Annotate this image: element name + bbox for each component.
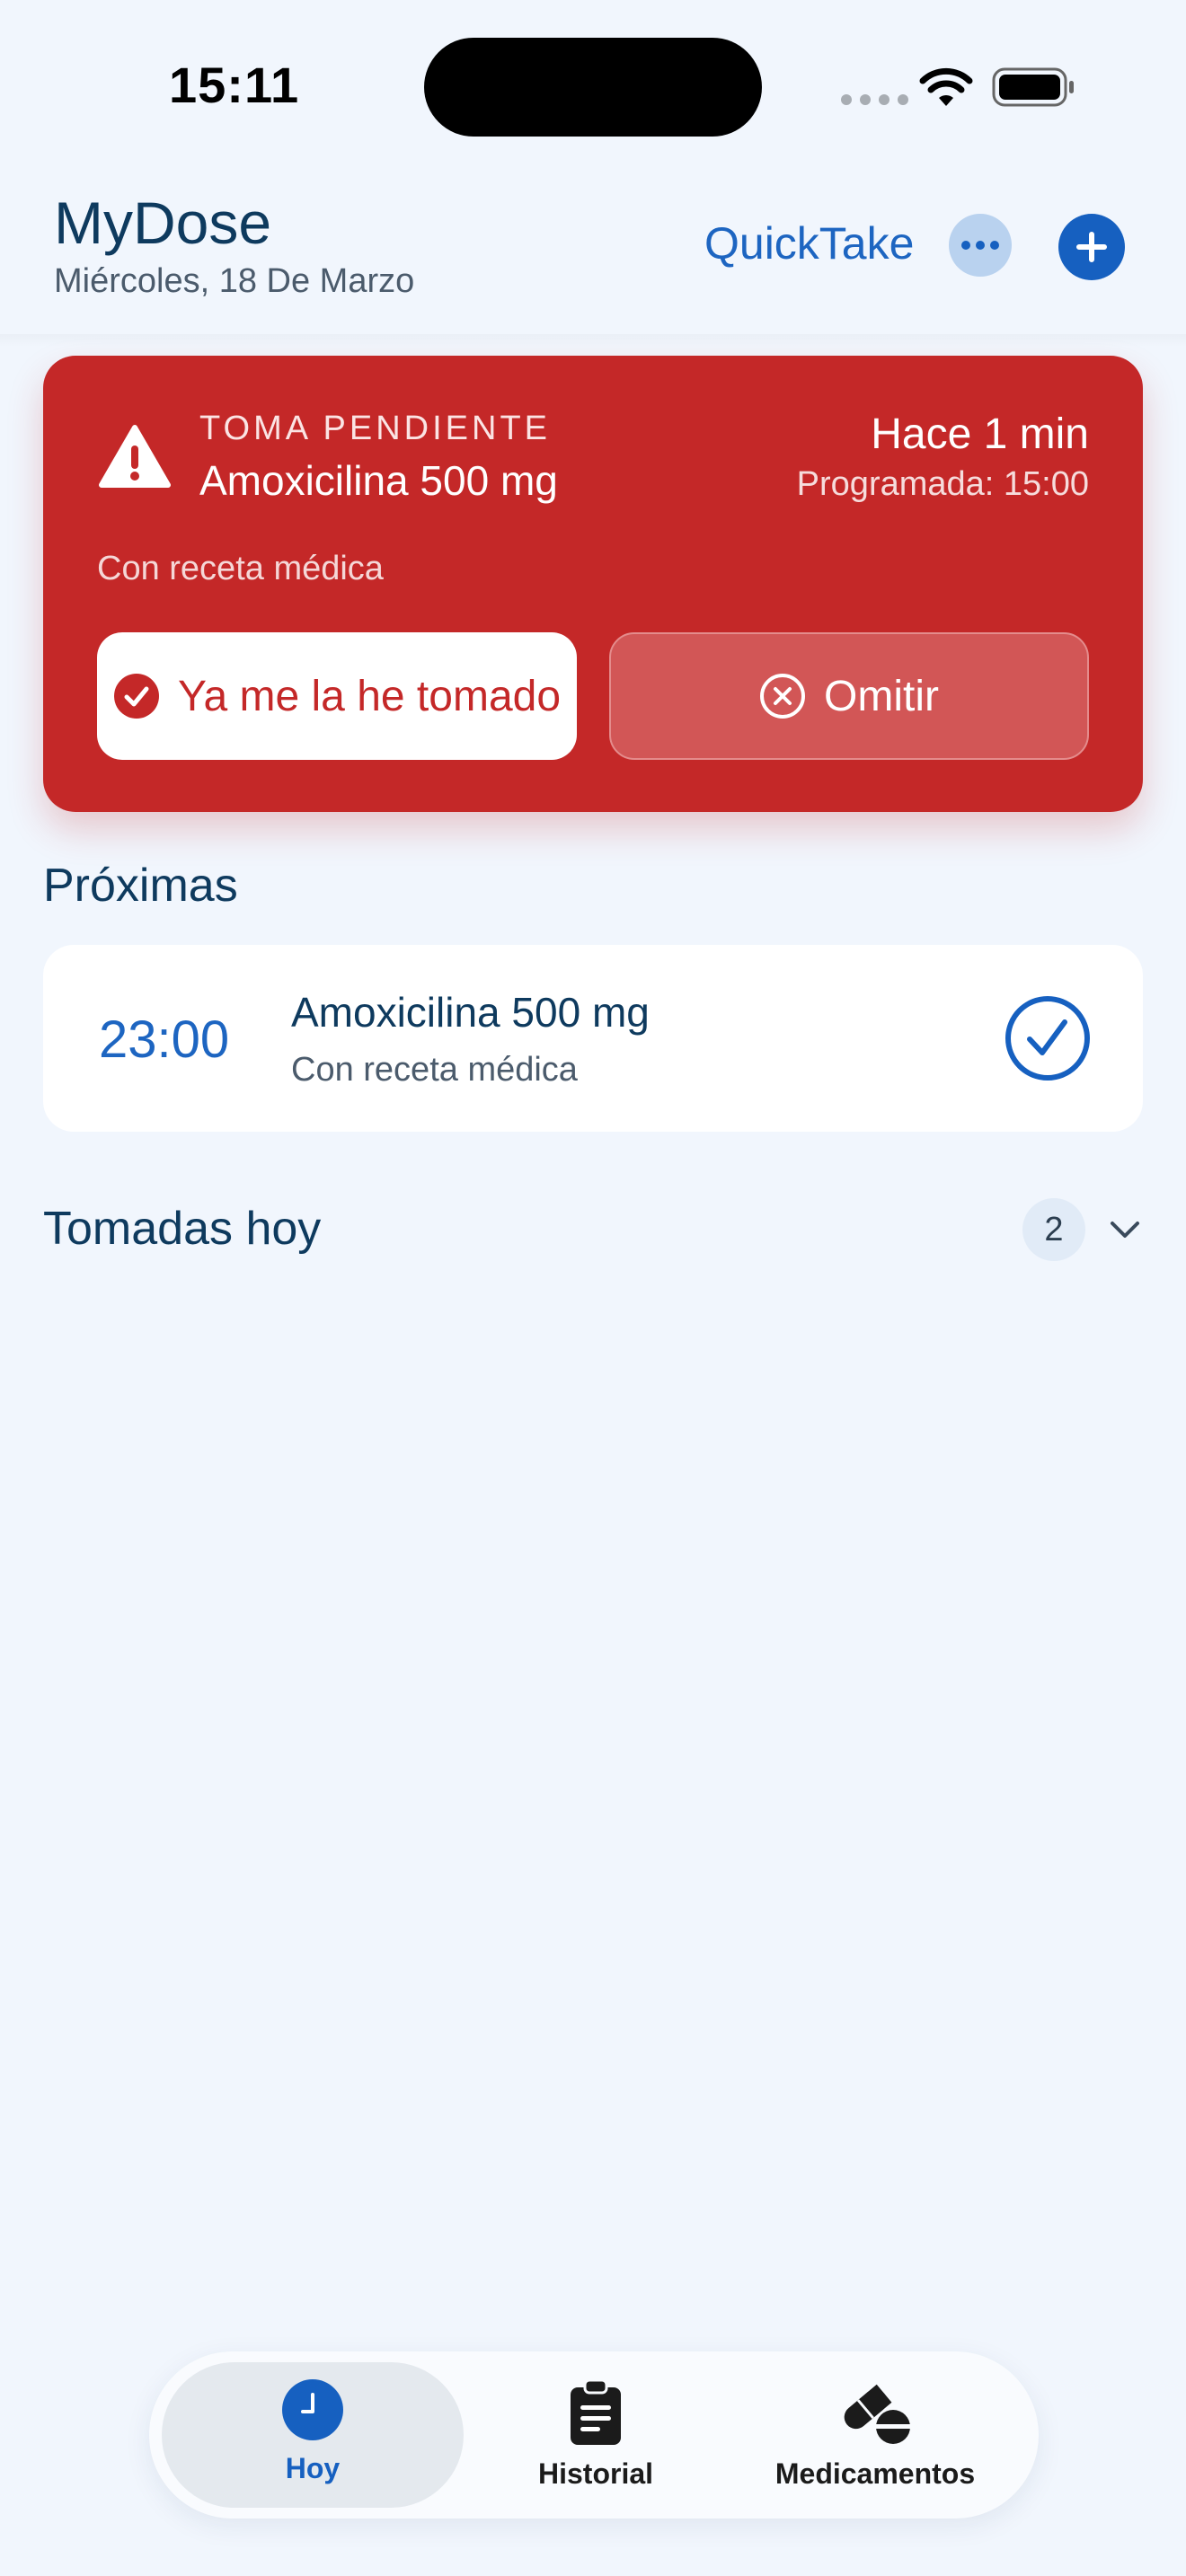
skip-dose-button[interactable]: Omitir: [609, 632, 1089, 760]
battery-icon: [992, 67, 1074, 107]
mark-taken-label: Ya me la he tomado: [178, 672, 562, 720]
add-medication-button[interactable]: [1058, 214, 1125, 280]
check-circle-outline-icon[interactable]: [1005, 995, 1091, 1081]
upcoming-prescription-note: Con receta médica: [291, 1051, 578, 1089]
pending-prescription-note: Con receta médica: [97, 550, 384, 587]
chevron-down-icon[interactable]: [1107, 1216, 1143, 1243]
tab-historial[interactable]: Historial: [516, 2378, 676, 2491]
clock-icon: [282, 2379, 343, 2440]
pending-elapsed-time: Hace 1 min: [871, 410, 1089, 458]
more-options-button[interactable]: [949, 214, 1012, 277]
page-title: MyDose: [54, 190, 272, 256]
plus-icon: [1076, 232, 1107, 262]
tab-label: Historial: [537, 2457, 654, 2490]
pending-medication-name: Amoxicilina 500 mg: [199, 457, 558, 504]
cellular-signal-icon: [841, 94, 908, 105]
pills-icon: [844, 2384, 911, 2444]
clipboard-icon: [571, 2378, 621, 2445]
taken-today-title[interactable]: Tomadas hoy: [43, 1202, 321, 1256]
mark-taken-button[interactable]: Ya me la he tomado: [97, 632, 577, 760]
status-time: 15:11: [169, 57, 300, 113]
upcoming-section-title: Próximas: [43, 860, 238, 912]
tab-label: Medicamentos: [774, 2457, 976, 2490]
current-date: Miércoles, 18 De Marzo: [54, 262, 415, 300]
tab-label: Hoy: [285, 2452, 341, 2484]
header-divider: [0, 334, 1186, 347]
pending-scheduled-time: Programada: 15:00: [796, 465, 1089, 503]
wifi-icon: [919, 67, 973, 106]
tab-hoy[interactable]: Hoy: [243, 2378, 383, 2485]
check-circle-icon: [114, 674, 159, 719]
ellipsis-icon: [961, 241, 999, 250]
x-circle-icon: [760, 674, 806, 719]
pending-dose-label: TOMA PENDIENTE: [199, 410, 552, 447]
quicktake-button[interactable]: QuickTake: [704, 217, 914, 269]
warning-icon: [99, 425, 171, 488]
upcoming-dose-time: 23:00: [99, 1010, 230, 1069]
upcoming-medication-name: Amoxicilina 500 mg: [291, 989, 650, 1036]
tab-medicamentos[interactable]: Medicamentos: [760, 2378, 990, 2491]
taken-today-count-badge: 2: [1022, 1198, 1085, 1261]
skip-dose-label: Omitir: [824, 672, 939, 720]
dynamic-island: [424, 38, 762, 137]
